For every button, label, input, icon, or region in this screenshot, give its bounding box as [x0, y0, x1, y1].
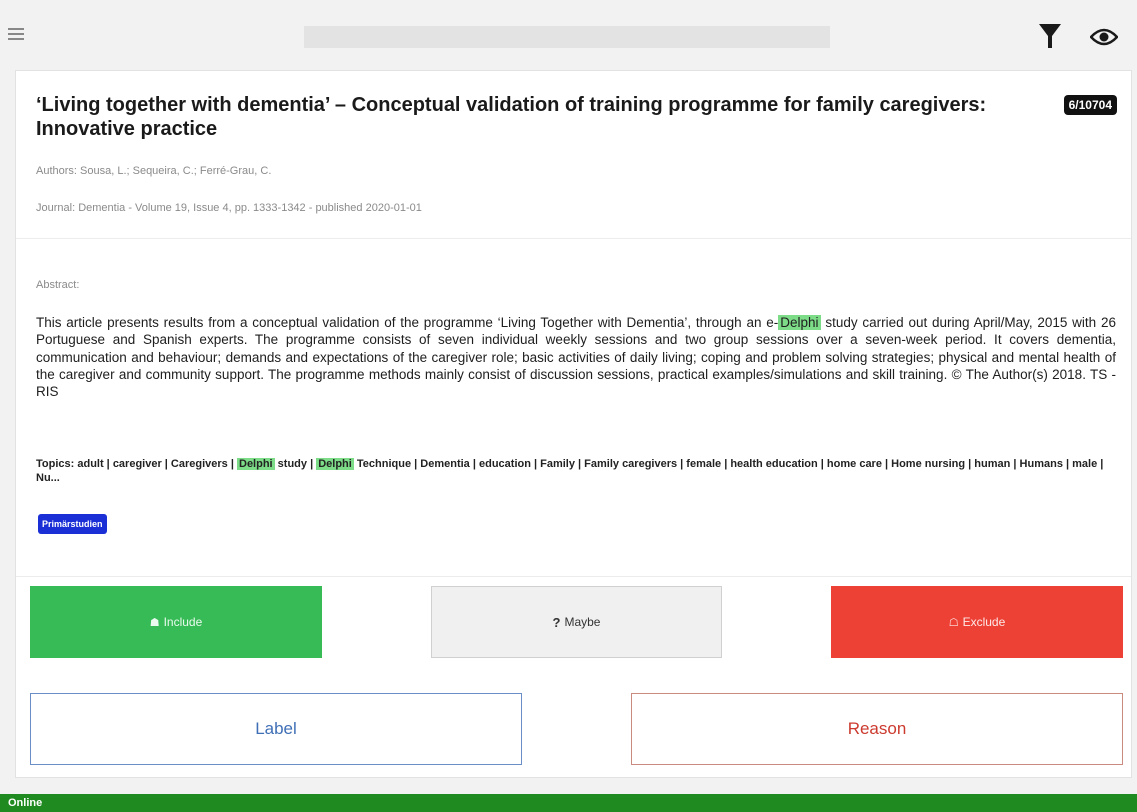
topics-text-part: Topics: adult | caregiver | Caregivers |	[36, 458, 237, 470]
category-tag[interactable]: Primärstudien	[38, 514, 107, 534]
maybe-button[interactable]: ? Maybe	[431, 586, 722, 658]
topics-list: Topics: adult | caregiver | Caregivers |…	[36, 457, 1116, 485]
label-button[interactable]: Label	[30, 693, 522, 765]
abstract-label: Abstract:	[36, 279, 80, 291]
topics-text-part: study |	[274, 458, 317, 470]
top-bar	[0, 0, 1137, 68]
record-counter-badge: 6/10704	[1063, 95, 1117, 115]
thumbs-down-icon: ☖	[948, 616, 959, 629]
funnel-icon[interactable]	[1038, 22, 1062, 50]
reason-button[interactable]: Reason	[631, 693, 1123, 765]
record-card: ‘Living together with dementia’ – Concep…	[15, 70, 1132, 778]
thumbs-up-icon: ☗	[149, 616, 160, 629]
connection-status-text: Online	[8, 797, 43, 809]
include-button-label: Include	[163, 615, 203, 629]
search-input[interactable]	[304, 26, 830, 48]
record-header: ‘Living together with dementia’ – Concep…	[16, 71, 1131, 239]
abstract-text-part: This article presents results from a con…	[36, 315, 779, 330]
record-authors: Authors: Sousa, L.; Sequeira, C.; Ferré-…	[36, 165, 272, 177]
exclude-button-label: Exclude	[962, 615, 1006, 629]
maybe-button-label: Maybe	[564, 615, 601, 629]
eye-icon[interactable]	[1090, 27, 1118, 47]
connection-status-bar: Online	[0, 794, 1137, 812]
record-title: ‘Living together with dementia’ – Concep…	[36, 94, 987, 140]
include-button[interactable]: ☗ Include	[30, 586, 322, 658]
hamburger-menu-icon[interactable]	[8, 28, 24, 40]
exclude-button[interactable]: ☖ Exclude	[831, 586, 1123, 658]
divider	[16, 576, 1131, 577]
keyword-highlight: Delphi	[778, 315, 821, 330]
keyword-highlight: Delphi	[237, 458, 275, 470]
keyword-highlight: Delphi	[316, 458, 354, 470]
abstract-text: This article presents results from a con…	[36, 314, 1116, 400]
record-journal: Journal: Dementia - Volume 19, Issue 4, …	[36, 202, 422, 214]
question-mark-icon: ?	[552, 614, 561, 630]
